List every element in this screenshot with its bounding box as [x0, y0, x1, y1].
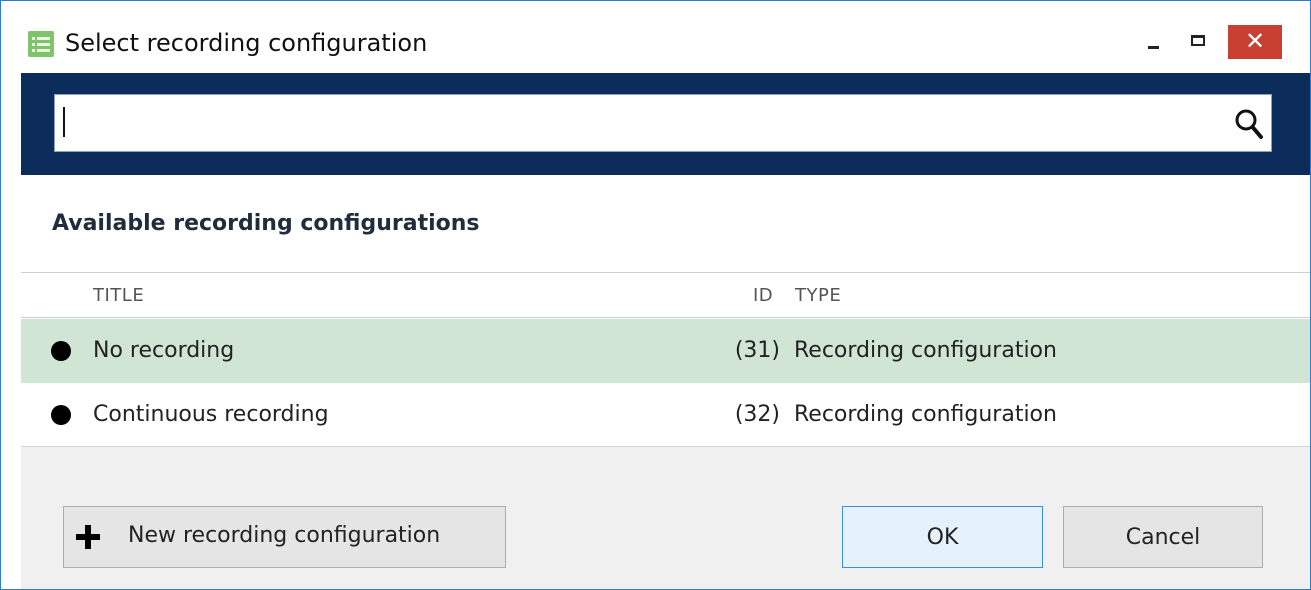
row-id: (32): [734, 402, 780, 427]
search-icon[interactable]: [1233, 107, 1265, 141]
column-header-title[interactable]: TITLE: [93, 285, 144, 306]
new-button-label: New recording configuration: [128, 523, 441, 548]
row-type: Recording configuration: [794, 338, 1057, 363]
list-app-icon: [28, 31, 54, 57]
minimize-icon[interactable]: [1134, 25, 1174, 59]
dialog-window: Select recording configuration ✕ Availab…: [0, 0, 1311, 590]
title-bar[interactable]: Select recording configuration ✕: [1, 1, 1310, 73]
search-field[interactable]: [54, 94, 1272, 152]
dialog-footer: New recording configuration OK Cancel: [21, 446, 1310, 589]
divider: [21, 317, 1310, 318]
close-icon[interactable]: ✕: [1228, 25, 1282, 59]
window-title: Select recording configuration: [65, 29, 428, 57]
column-header-id[interactable]: ID: [753, 285, 773, 306]
cancel-button[interactable]: Cancel: [1063, 506, 1263, 568]
row-type: Recording configuration: [794, 402, 1057, 427]
row-title: No recording: [93, 338, 235, 363]
plus-icon: [76, 525, 100, 549]
status-dot-icon: [51, 341, 71, 361]
table-row[interactable]: Continuous recording (32) Recording conf…: [21, 383, 1310, 447]
section-title: Available recording configurations: [52, 211, 480, 236]
maximize-icon[interactable]: [1179, 25, 1219, 59]
divider: [21, 272, 1310, 273]
table-row[interactable]: No recording (31) Recording configuratio…: [21, 319, 1310, 383]
text-caret: [63, 107, 65, 137]
column-header-type[interactable]: TYPE: [795, 285, 841, 306]
row-id: (31): [734, 338, 780, 363]
search-input[interactable]: [69, 99, 1233, 149]
ok-button[interactable]: OK: [842, 506, 1043, 568]
search-band: [21, 73, 1310, 175]
row-title: Continuous recording: [93, 402, 329, 427]
status-dot-icon: [51, 405, 71, 425]
new-recording-configuration-button[interactable]: New recording configuration: [63, 506, 506, 568]
